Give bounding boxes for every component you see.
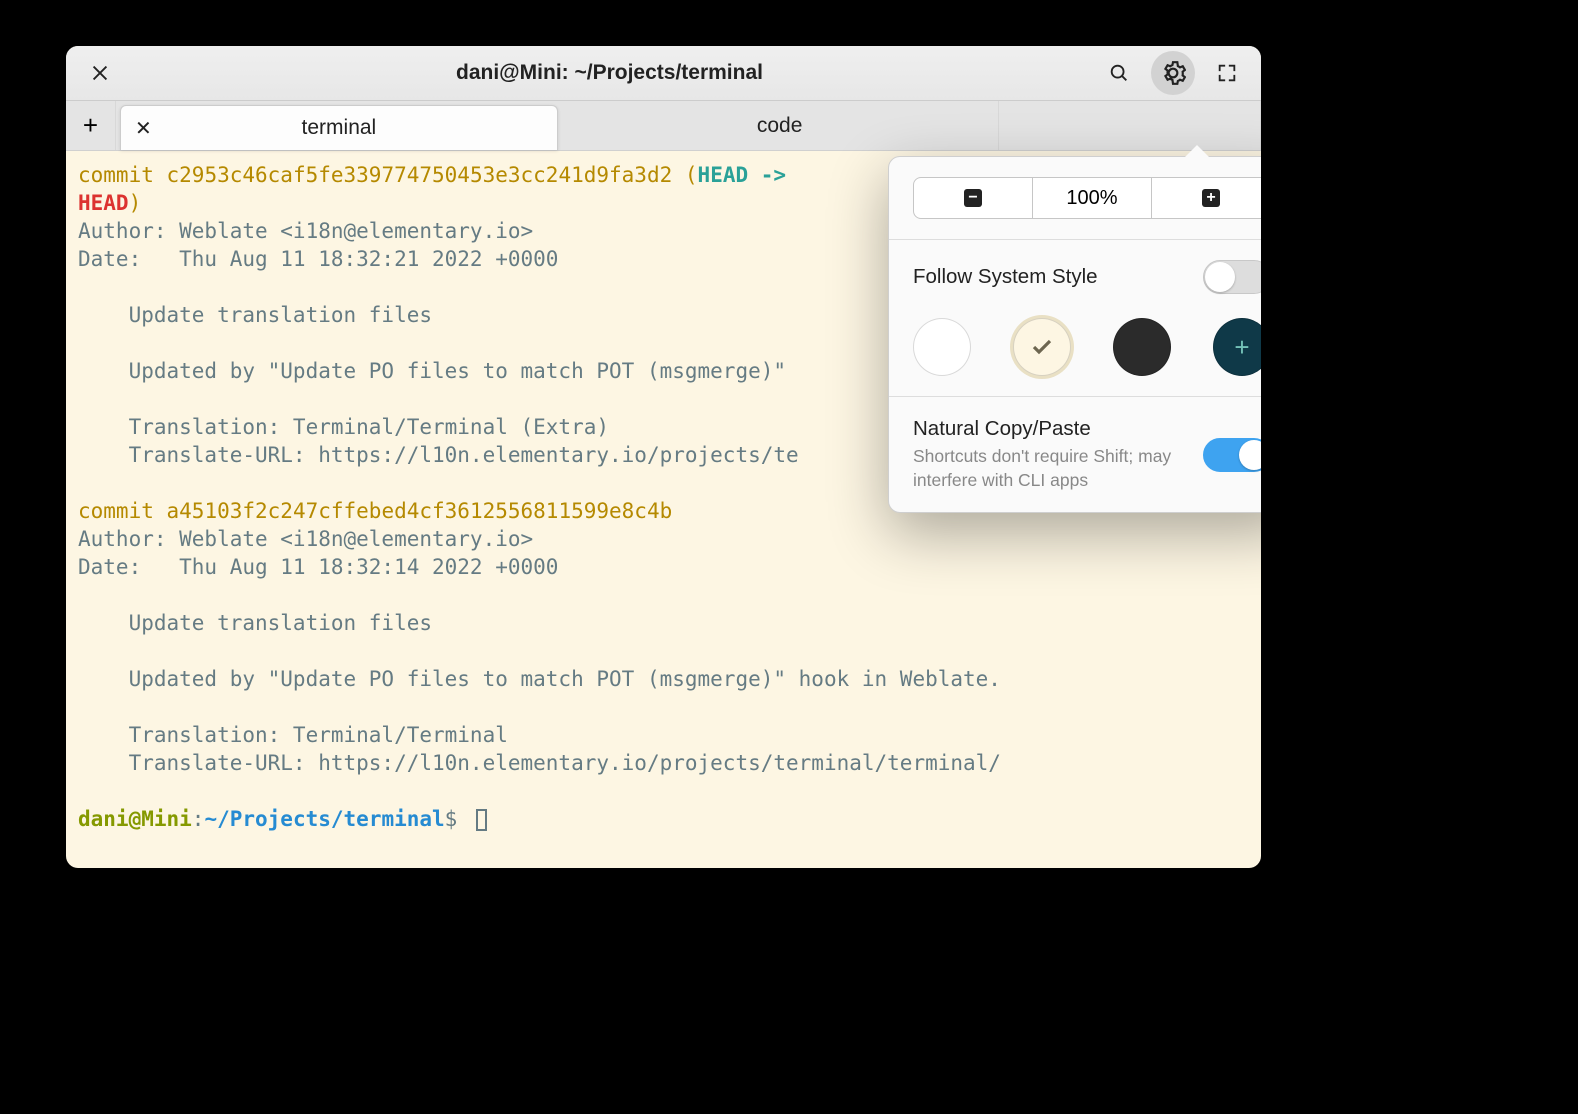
tab-terminal[interactable]: ✕ terminal — [120, 105, 558, 150]
cursor-icon — [476, 809, 487, 831]
style-section: Follow System Style + — [889, 240, 1261, 397]
tab-bar: + ✕ terminal code — [66, 101, 1261, 151]
natural-copy-paste-label: Natural Copy/Paste — [913, 417, 1191, 441]
zoom-level[interactable]: 100% — [1033, 178, 1152, 218]
copypaste-section: Natural Copy/Paste Shortcuts don't requi… — [889, 397, 1261, 512]
settings-button[interactable] — [1151, 51, 1195, 95]
follow-system-style-label: Follow System Style — [913, 265, 1191, 289]
theme-custom[interactable]: + — [1213, 318, 1261, 376]
theme-picker: + — [913, 318, 1261, 376]
zoom-control: − 100% + — [913, 177, 1261, 219]
theme-light[interactable] — [913, 318, 971, 376]
theme-dark[interactable] — [1113, 318, 1171, 376]
close-tab-icon[interactable]: ✕ — [135, 116, 152, 141]
close-window-button[interactable] — [82, 55, 118, 91]
check-icon — [1030, 335, 1054, 359]
tab-code[interactable]: code — [562, 101, 999, 150]
theme-solarized[interactable] — [1013, 318, 1071, 376]
natural-copy-paste-toggle[interactable] — [1203, 438, 1261, 472]
zoom-in-button[interactable]: + — [1152, 178, 1261, 218]
maximize-button[interactable] — [1209, 55, 1245, 91]
zoom-section: − 100% + — [889, 157, 1261, 240]
new-tab-button[interactable]: + — [66, 101, 116, 150]
titlebar: dani@Mini: ~/Projects/terminal — [66, 46, 1261, 101]
follow-system-style-toggle[interactable] — [1203, 260, 1261, 294]
search-button[interactable] — [1101, 55, 1137, 91]
tab-label: code — [757, 114, 803, 138]
settings-popover: − 100% + Follow System Style + — [888, 156, 1261, 513]
tab-label: terminal — [302, 116, 377, 140]
tab-extra[interactable] — [999, 101, 1261, 150]
natural-copy-paste-desc: Shortcuts don't require Shift; may inter… — [913, 445, 1191, 492]
window-title: dani@Mini: ~/Projects/terminal — [132, 61, 1087, 85]
zoom-out-button[interactable]: − — [914, 178, 1033, 218]
app-window: dani@Mini: ~/Projects/terminal + ✕ termi… — [66, 46, 1261, 868]
